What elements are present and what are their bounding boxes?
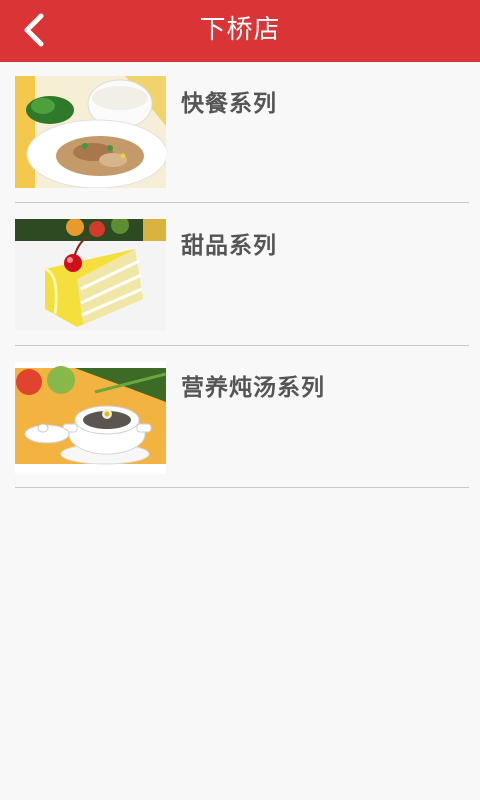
cake-slice-image [15,219,166,331]
page-title: 下桥店 [199,15,281,45]
chevron-left-icon [24,13,44,47]
top-bar: 下桥店 [0,0,480,62]
category-list: 快餐系列 甜品系列 营养炖汤系列 [0,62,480,488]
back-button[interactable] [10,6,58,54]
category-label-stew-soup: 营养炖汤系列 [181,375,325,401]
category-label-fast-food: 快餐系列 [181,91,277,117]
list-item-dessert[interactable]: 甜品系列 [0,204,480,346]
category-label-dessert: 甜品系列 [181,233,277,259]
list-item-fast-food[interactable]: 快餐系列 [0,62,480,204]
stew-soup-pot-image [15,362,166,474]
fast-food-plate-image [15,76,166,188]
divider [15,487,469,488]
list-item-stew-soup[interactable]: 营养炖汤系列 [0,346,480,488]
divider [15,202,469,203]
